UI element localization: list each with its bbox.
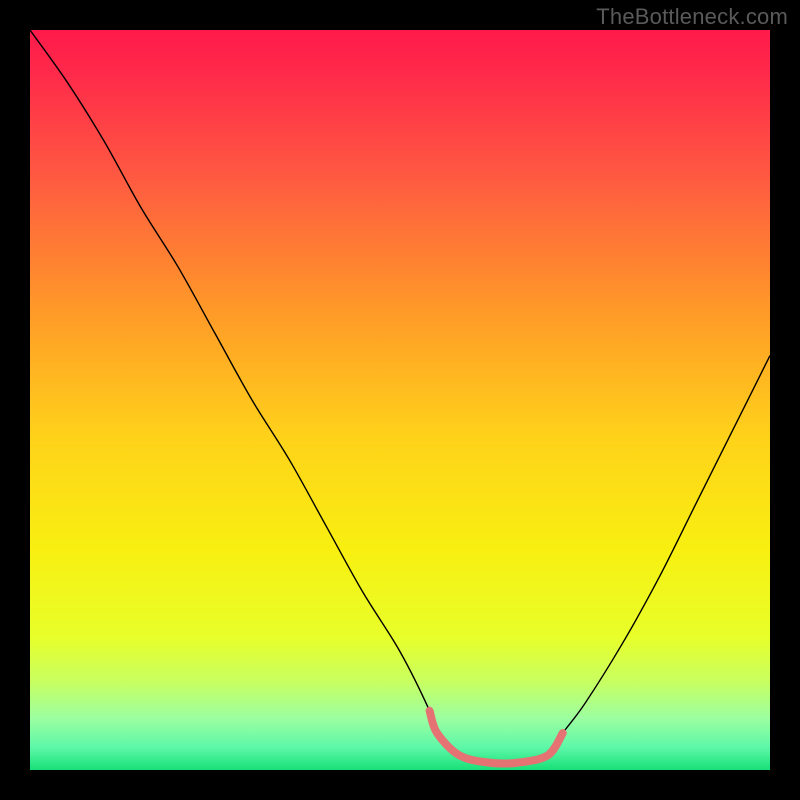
bottleneck-curve [30,30,770,764]
chart-frame: TheBottleneck.com [0,0,800,800]
watermark-text: TheBottleneck.com [596,4,788,30]
curve-layer [30,30,770,770]
plot-area [30,30,770,770]
optimal-band-marker [430,711,563,764]
